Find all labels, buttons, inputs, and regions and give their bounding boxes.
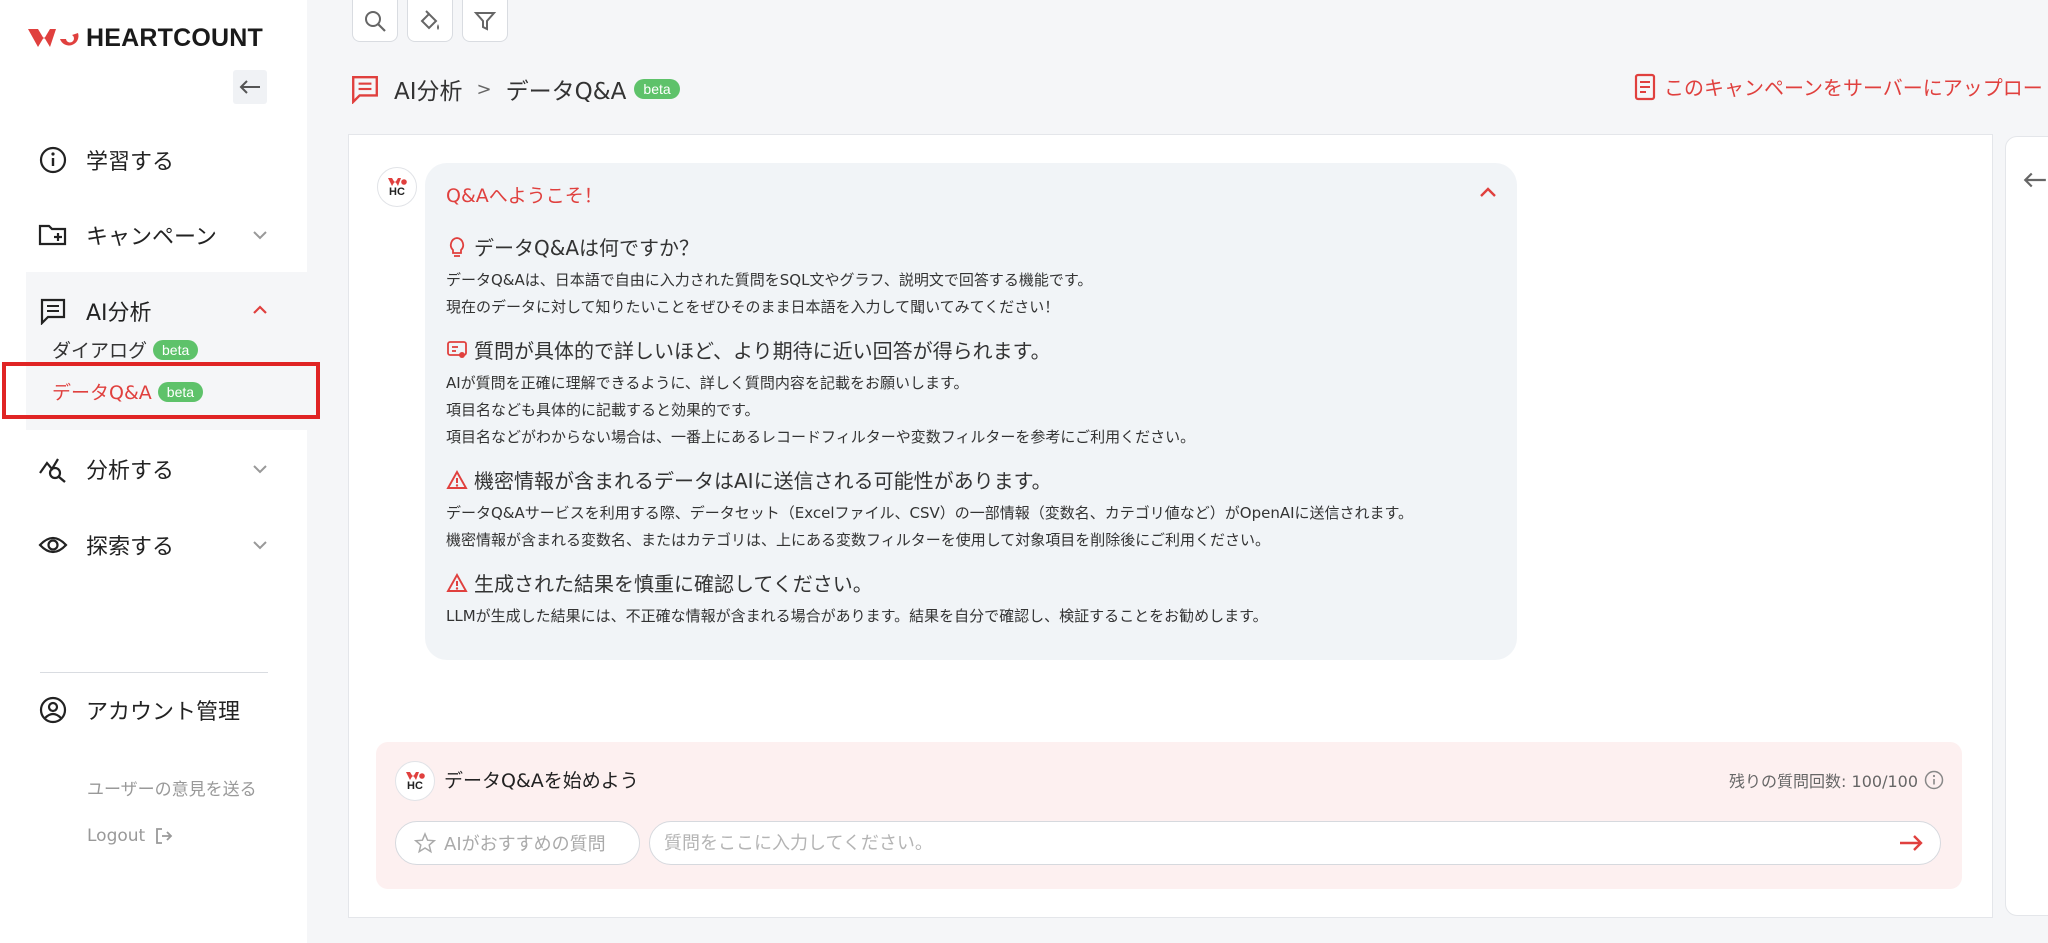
qa-input-area: HC データQ&Aを始めよう 残りの質問回数: 100/100 AIがおすすめの… xyxy=(376,742,1962,889)
feedback-link[interactable]: ユーザーの意見を送る xyxy=(87,775,257,800)
sidebar: HEARTCOUNT 学習する キャンペーン AI分析 ダイアログ beta デ… xyxy=(0,0,320,943)
info-icon xyxy=(38,145,68,175)
section-heading: 質問が具体的で詳しいほど、より期待に近い回答が得られます。 xyxy=(474,339,1051,363)
brand-name: HEARTCOUNT xyxy=(86,24,263,52)
heartcount-logo-icon xyxy=(388,177,407,186)
eye-icon xyxy=(38,530,68,560)
sidebar-item-explore[interactable]: 探索する xyxy=(38,529,174,561)
welcome-card: Q&Aへようこそ！ データQ&Aは何ですか？ データQ&Aは、日本語で自由に入力… xyxy=(425,163,1517,660)
welcome-section: データQ&Aは何ですか？ データQ&Aは、日本語で自由に入力された質問をSQL文… xyxy=(446,232,1092,321)
right-panel xyxy=(2005,136,2048,916)
bot-avatar: HC xyxy=(395,761,435,801)
sidebar-item-label: アカウント管理 xyxy=(86,700,241,725)
warning-icon xyxy=(446,572,468,594)
breadcrumb-parent[interactable]: AI分析 xyxy=(394,72,463,106)
heartcount-logo-icon xyxy=(28,28,79,47)
ai-suggest-label: AIがおすすめの質問 xyxy=(444,834,606,855)
warning-icon xyxy=(446,469,468,491)
section-heading: 機密情報が含まれるデータはAIに送信される可能性があります。 xyxy=(474,469,1052,493)
question-input[interactable] xyxy=(649,821,1941,865)
ai-suggest-button[interactable]: AIがおすすめの質問 xyxy=(395,821,640,865)
document-icon xyxy=(1634,73,1656,100)
paint-bucket-icon xyxy=(420,9,439,30)
sidebar-divider xyxy=(40,672,268,673)
analytics-icon xyxy=(38,454,68,484)
beta-badge: beta xyxy=(634,79,680,99)
filter-button[interactable] xyxy=(462,0,508,42)
paint-bucket-button[interactable] xyxy=(407,0,453,42)
sidebar-item-label: キャンペーン xyxy=(86,225,217,250)
welcome-section: 生成された結果を慎重に確認してください。 LLMが生成した結果には、不正確な情報… xyxy=(446,568,1268,630)
heartcount-logo-icon xyxy=(406,771,425,780)
welcome-section: 機密情報が含まれるデータはAIに送信される可能性があります。 データQ&Aサービ… xyxy=(446,465,1413,554)
collapse-welcome-button[interactable] xyxy=(1479,183,1497,202)
sidebar-item-analyze[interactable]: 分析する xyxy=(38,453,174,485)
logout-label: Logout xyxy=(87,826,146,846)
upload-campaign-label: このキャンペーンをサーバーにアップロード xyxy=(1664,76,2048,100)
lightbulb-icon xyxy=(446,236,468,258)
arrow-right-icon xyxy=(1900,835,1923,851)
arrow-left-icon xyxy=(239,80,260,94)
chat-detail-icon xyxy=(446,339,468,361)
sidebar-item-label: 学習する xyxy=(86,150,175,175)
sidebar-item-label: 分析する xyxy=(86,459,175,484)
remaining-questions: 残りの質問回数: 100/100 xyxy=(1729,768,1944,792)
beta-badge: beta xyxy=(153,339,199,360)
send-button[interactable] xyxy=(1896,829,1926,857)
remaining-questions-label: 残りの質問回数: 100/100 xyxy=(1729,772,1918,791)
breadcrumb-separator: > xyxy=(476,78,492,100)
section-line: データQ&Aは、日本語で自由に入力された質問をSQL文やグラフ、説明文で回答する… xyxy=(446,271,1093,289)
search-button[interactable] xyxy=(352,0,398,42)
upload-campaign-link[interactable]: このキャンペーンをサーバーにアップロード xyxy=(1634,72,2048,101)
section-line: 機密情報が含まれる変数名、またはカテゴリは、上にある変数フィルターを使用して対象… xyxy=(446,531,1270,549)
section-line: データQ&Aサービスを利用する際、データセット（Excelファイル、CSV）の一… xyxy=(446,504,1414,522)
chevron-up-icon[interactable] xyxy=(250,300,270,320)
heartcount-logo[interactable]: HEARTCOUNT xyxy=(26,24,263,53)
sidebar-item-label: 探索する xyxy=(86,535,175,560)
sidebar-subitem-label: ダイアログ xyxy=(52,340,148,362)
search-icon xyxy=(365,10,386,32)
avatar-initials: HC xyxy=(389,185,405,198)
chevron-down-icon[interactable] xyxy=(250,535,270,555)
section-heading: データQ&Aは何ですか？ xyxy=(474,236,700,260)
chevron-down-icon[interactable] xyxy=(250,459,270,479)
section-line: 現在のデータに対して知りたいことをぜひそのまま日本語を入力して聞いてみてください… xyxy=(446,298,1060,316)
star-icon xyxy=(414,832,436,854)
sidebar-item-label: AI分析 xyxy=(86,301,152,326)
sidebar-item-learn[interactable]: 学習する xyxy=(38,144,174,176)
avatar-initials: HC xyxy=(407,779,423,792)
sidebar-subitem-dialog[interactable]: ダイアログ beta xyxy=(52,336,199,363)
section-heading: 生成された結果を慎重に確認してください。 xyxy=(474,572,873,596)
section-line: AIが質問を正確に理解できるように、詳しく質問内容を記載をお願いします。 xyxy=(446,374,969,392)
filter-icon xyxy=(473,11,497,31)
logout-icon xyxy=(156,828,173,844)
highlight-box xyxy=(2,362,320,419)
breadcrumb-current: データQ&A xyxy=(505,79,627,105)
chat-icon xyxy=(352,76,378,104)
bot-avatar: HC xyxy=(377,167,417,207)
sidebar-item-campaign[interactable]: キャンペーン xyxy=(38,219,217,251)
chevron-up-icon xyxy=(1480,187,1496,197)
section-line: 項目名などがわからない場合は、一番上にあるレコードフィルターや変数フィルターを参… xyxy=(446,428,1196,446)
sidebar-item-ai-analysis[interactable]: AI分析 xyxy=(38,295,152,327)
chevron-down-icon[interactable] xyxy=(250,225,270,245)
breadcrumb: AI分析 > データQ&A beta xyxy=(350,72,680,106)
section-line: 項目名なども具体的に記載すると効果的です。 xyxy=(446,401,760,419)
arrow-left-icon[interactable] xyxy=(2022,171,2048,189)
section-line: LLMが生成した結果には、不正確な情報が含まれる場合があります。結果を自分で確認… xyxy=(446,607,1268,625)
sidebar-item-account[interactable]: アカウント管理 xyxy=(38,694,240,726)
welcome-title: Q&Aへようこそ！ xyxy=(446,185,603,207)
chat-icon xyxy=(38,296,68,326)
logout-link[interactable]: Logout xyxy=(87,826,173,846)
welcome-section: 質問が具体的で詳しいほど、より期待に近い回答が得られます。 AIが質問を正確に理… xyxy=(446,335,1195,451)
info-icon[interactable] xyxy=(1924,770,1944,790)
user-circle-icon xyxy=(38,695,68,725)
collapse-sidebar-button[interactable] xyxy=(233,70,267,104)
qa-start-title: データQ&Aを始めよう xyxy=(444,770,639,792)
folder-plus-icon xyxy=(38,220,68,250)
